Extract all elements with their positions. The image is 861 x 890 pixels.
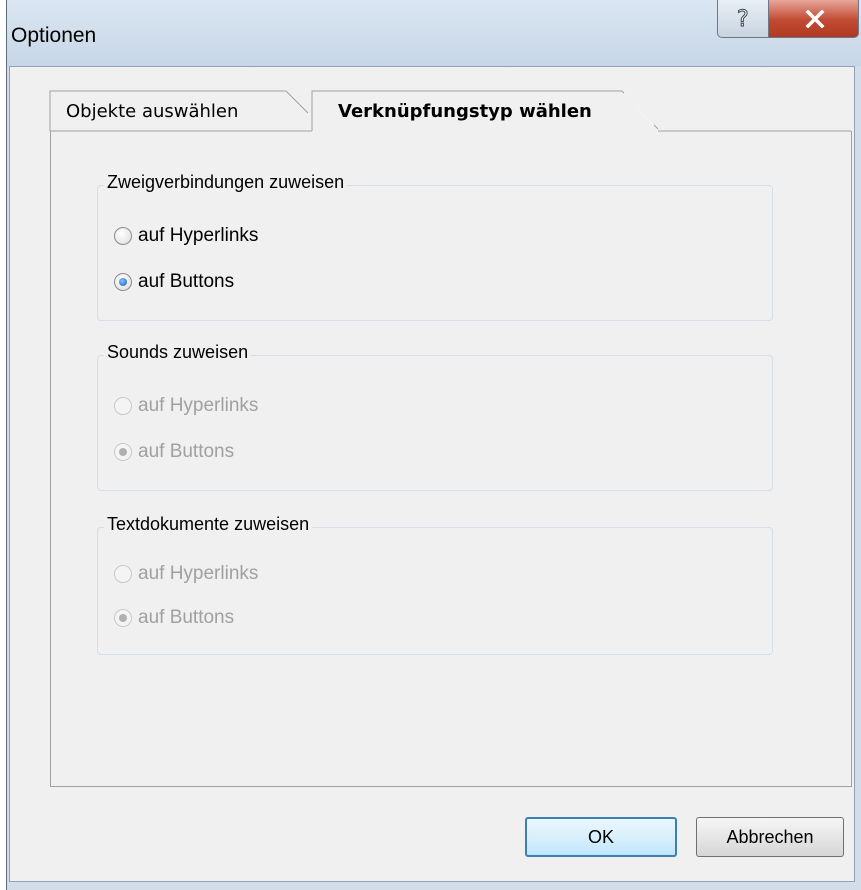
radio-label: auf Hyperlinks (138, 395, 259, 416)
radio-sounds-hyperlinks[interactable]: auf Hyperlinks (114, 394, 258, 418)
title-bar[interactable]: Optionen ? (7, 0, 861, 66)
radio-label: auf Hyperlinks (138, 225, 259, 246)
close-icon (805, 10, 825, 28)
close-button[interactable] (768, 0, 859, 38)
options-dialog: Optionen ? Objekte auswählen Verknüpfung… (6, 0, 861, 890)
radio-label: auf Hyperlinks (138, 563, 259, 584)
radio-button-checked-icon[interactable] (114, 273, 132, 291)
radio-button-checked-icon[interactable] (114, 609, 132, 627)
radio-text-buttons[interactable]: auf Buttons (114, 606, 234, 630)
tab-panel: Zweigverbindungen zuweisen auf Hyperlink… (50, 131, 852, 787)
radio-text-hyperlinks[interactable]: auf Hyperlinks (114, 562, 258, 586)
help-icon: ? (737, 7, 750, 33)
radio-button-icon[interactable] (114, 565, 132, 583)
radio-label: auf Buttons (138, 607, 235, 628)
radio-button-checked-icon[interactable] (114, 443, 132, 461)
radio-button-icon[interactable] (114, 227, 132, 245)
radio-label: auf Buttons (138, 441, 235, 462)
radio-sounds-buttons[interactable]: auf Buttons (114, 440, 234, 464)
tab-outline (49, 90, 851, 132)
ok-button[interactable]: OK (525, 817, 677, 857)
window-title: Optionen (11, 24, 97, 47)
radio-zweig-hyperlinks[interactable]: auf Hyperlinks (114, 224, 258, 248)
radio-button-icon[interactable] (114, 397, 132, 415)
svg-text:?: ? (737, 7, 749, 32)
dialog-content: Objekte auswählen Verknüpfungstyp wählen… (9, 66, 855, 882)
group-zweigverbindungen: Zweigverbindungen zuweisen auf Hyperlink… (97, 172, 773, 321)
cancel-button[interactable]: Abbrechen (696, 817, 844, 857)
group-textdokumente: Textdokumente zuweisen auf Hyperlinks au… (97, 514, 773, 655)
group-label: Sounds zuweisen (104, 342, 252, 363)
radio-zweig-buttons[interactable]: auf Buttons (114, 270, 234, 294)
radio-label: auf Buttons (138, 271, 235, 292)
group-label: Zweigverbindungen zuweisen (104, 172, 348, 193)
group-sounds: Sounds zuweisen auf Hyperlinks auf Butto… (97, 342, 773, 491)
help-button[interactable]: ? (717, 0, 769, 38)
group-label: Textdokumente zuweisen (104, 514, 313, 535)
